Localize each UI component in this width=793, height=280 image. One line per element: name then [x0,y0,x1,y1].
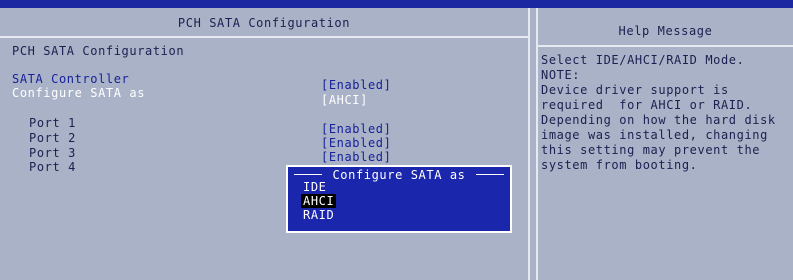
page-title: PCH SATA Configuration [0,8,528,38]
help-line: Device driver support is [541,83,729,97]
port-1-label[interactable]: Port 1 [29,116,76,130]
setting-value-sata-controller[interactable]: [Enabled] [321,78,391,92]
setting-value-configure-sata-as[interactable]: [AHCI] [321,93,368,107]
help-line: required for AHCI or RAID. [541,98,753,112]
popup-option-raid[interactable]: RAID [303,208,334,222]
setting-label-sata-controller[interactable]: SATA Controller [12,72,129,86]
help-line: image was installed, changing [541,128,768,142]
port-1-value[interactable]: [Enabled] [321,122,391,136]
port-2-label[interactable]: Port 2 [29,131,76,145]
popup-option-ahci[interactable]: AHCI [301,194,337,208]
setting-label-configure-sata-as[interactable]: Configure SATA as [12,86,145,100]
help-line: system from booting. [541,158,698,172]
bios-screen: PCH SATA Configuration PCH SATA Configur… [0,0,793,280]
settings-panel: PCH SATA Configuration PCH SATA Configur… [0,8,530,280]
help-panel: Help Message Select IDE/AHCI/RAID Mode. … [536,8,793,280]
port-3-label[interactable]: Port 3 [29,146,76,160]
port-4-label[interactable]: Port 4 [29,160,76,174]
section-title: PCH SATA Configuration [12,44,185,58]
help-line: Depending on how the hard disk [541,113,776,127]
configure-sata-popup[interactable]: Configure SATA as IDE AHCI RAID [286,165,512,233]
help-line: NOTE: [541,68,581,82]
help-line: this setting may prevent the [541,143,761,157]
help-line: Select IDE/AHCI/RAID Mode. [541,53,745,67]
help-title: Help Message [538,8,793,47]
port-3-value[interactable]: [Enabled] [321,150,391,164]
port-2-value[interactable]: [Enabled] [321,136,391,150]
help-text: Select IDE/AHCI/RAID Mode. NOTE: Device … [541,53,776,173]
popup-option-ide[interactable]: IDE [303,180,326,194]
top-strip [0,0,793,8]
